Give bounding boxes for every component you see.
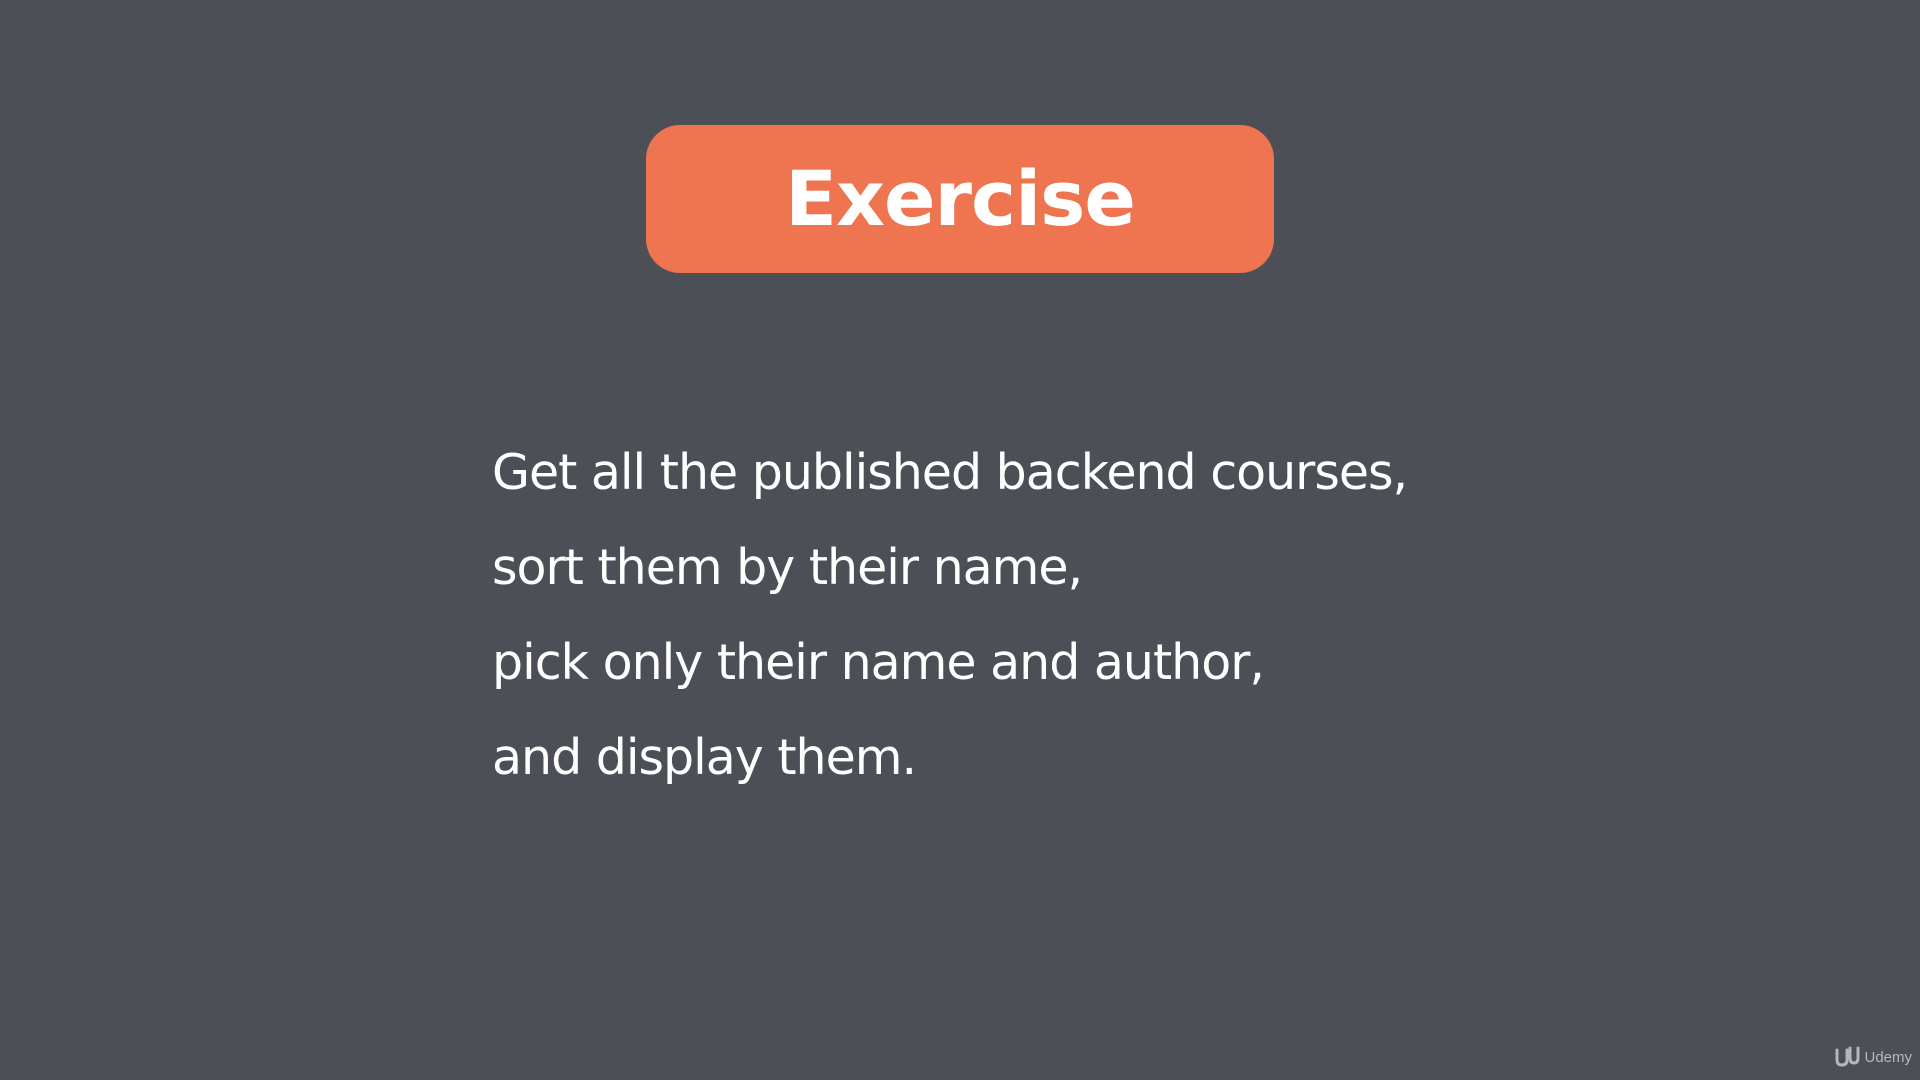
exercise-instructions: Get all the published backend courses, s…: [492, 425, 1408, 805]
instruction-line: and display them.: [492, 729, 917, 786]
udemy-logo-icon: [1835, 1046, 1860, 1067]
instruction-line: Get all the published backend courses,: [492, 444, 1408, 501]
instruction-line: sort them by their name,: [492, 539, 1083, 596]
udemy-watermark: Udemy: [1834, 1046, 1912, 1068]
exercise-title-badge: Exercise: [646, 125, 1274, 273]
watermark-text: Udemy: [1864, 1048, 1912, 1066]
slide-title: Exercise: [785, 154, 1136, 243]
instruction-line: pick only their name and author,: [492, 634, 1265, 691]
